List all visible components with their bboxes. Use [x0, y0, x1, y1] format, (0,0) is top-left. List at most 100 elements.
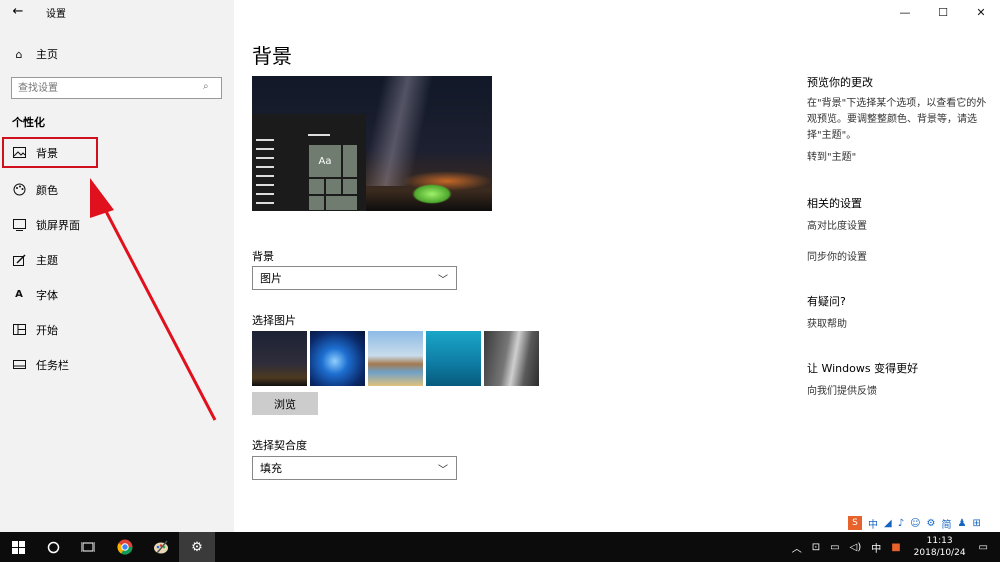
chevron-down-icon: ﹀ — [438, 275, 448, 286]
title-bar: ← 设置 — [0, 0, 234, 24]
high-contrast-link[interactable]: 高对比度设置 — [807, 217, 987, 232]
nav-list: 背景 颜色 锁屏界面 主题 A 字体 开始 任务栏 — [0, 137, 234, 382]
ime-logo[interactable]: S — [848, 516, 862, 530]
section-title: 个性化 — [12, 116, 45, 129]
minimize-button[interactable]: — — [886, 0, 924, 24]
start-icon — [12, 323, 26, 337]
picture-thumbnail-underwater[interactable] — [426, 331, 481, 386]
sidebar-item-taskbar[interactable]: 任务栏 — [0, 347, 234, 382]
font-icon: A — [15, 289, 23, 300]
preview-tile — [325, 178, 342, 195]
windows-logo-icon — [11, 540, 25, 554]
sync-settings-link[interactable]: 同步你的设置 — [807, 248, 987, 263]
sidebar-item-label: 颜色 — [36, 183, 58, 197]
preview-tile — [308, 195, 325, 211]
network-icon[interactable]: ⊡ — [812, 542, 820, 553]
picture-thumbnail-waterfall[interactable] — [484, 331, 539, 386]
right-column: 预览你的更改 在"背景"下选择某个选项，以查看它的外观预览。要调整整颜色、背景等… — [807, 74, 987, 397]
sidebar-item-background[interactable]: 背景 — [2, 137, 98, 168]
ime-grid-icon[interactable]: ⊞ — [972, 518, 980, 529]
taskbar: ⚙ ︿ ⊡ ▭ ◁) 中 ■ 11:13 2018/10/24 ▭ — [0, 532, 1000, 562]
search-input[interactable] — [18, 81, 198, 95]
home-label: 主页 — [36, 48, 58, 61]
chrome-taskbar-button[interactable] — [107, 532, 143, 562]
sidebar-item-lock-screen[interactable]: 锁屏界面 — [0, 207, 234, 242]
sidebar-item-label: 开始 — [36, 323, 58, 337]
system-tray: ︿ ⊡ ▭ ◁) 中 ■ 11:13 2018/10/24 ▭ — [787, 532, 1000, 562]
ime-skin-icon[interactable]: ♟ — [958, 518, 967, 529]
task-view-icon — [81, 542, 95, 552]
chevron-down-icon: ﹀ — [438, 465, 448, 476]
maximize-button[interactable]: ☐ — [924, 0, 962, 24]
cortana-circle-icon — [47, 541, 59, 553]
ime-mic-icon[interactable]: ♪ — [898, 518, 904, 529]
home-icon: ⌂ — [15, 47, 23, 61]
clock[interactable]: 11:13 2018/10/24 — [914, 535, 966, 559]
ime-language-indicator[interactable]: 中 — [871, 540, 881, 555]
sogou-tray-icon[interactable]: ■ — [891, 542, 900, 553]
theme-icon — [12, 253, 26, 267]
sidebar-item-start[interactable]: 开始 — [0, 312, 234, 347]
search-box[interactable]: ⌕ — [11, 77, 222, 99]
close-button[interactable]: ✕ — [962, 0, 1000, 24]
picture-thumbnail-night-sky[interactable] — [252, 331, 307, 386]
preview-header-line — [308, 134, 330, 136]
task-view-button[interactable] — [70, 532, 106, 562]
fit-select[interactable]: 填充 ﹀ — [252, 456, 457, 480]
volume-icon[interactable]: ◁) — [850, 542, 862, 553]
choose-picture-label: 选择图片 — [252, 314, 296, 327]
ime-toolbar: S 中 ◢ ♪ ☺ ⚙ 简 ♟ ⊞ — [848, 515, 987, 531]
search-icon[interactable]: ⌕ — [203, 81, 215, 95]
ime-settings-icon[interactable]: ⚙ — [927, 518, 936, 529]
lock-screen-icon — [12, 218, 26, 232]
preview-milky-way — [360, 76, 434, 186]
browse-button[interactable]: 浏览 — [252, 392, 318, 415]
background-type-value: 图片 — [260, 272, 282, 285]
app-title: 设置 — [46, 9, 66, 20]
preview-window-mock: Aa — [252, 114, 366, 211]
sidebar-item-fonts[interactable]: A 字体 — [0, 277, 234, 312]
back-arrow-icon[interactable]: ← — [10, 4, 26, 20]
background-preview: Aa — [252, 76, 492, 211]
chrome-icon — [117, 539, 133, 555]
ime-simplified-toggle[interactable]: 简 — [942, 516, 952, 531]
improve-windows-heading: 让 Windows 变得更好 — [807, 362, 919, 375]
sidebar-item-colors[interactable]: 颜色 — [0, 172, 234, 207]
sidebar-item-label: 字体 — [36, 288, 58, 302]
picture-thumbnail-beach-rock[interactable] — [368, 331, 423, 386]
fit-value: 填充 — [260, 462, 282, 475]
preview-tile — [342, 144, 358, 178]
ime-punct-toggle[interactable]: ◢ — [884, 518, 892, 529]
sidebar-item-label: 锁屏界面 — [36, 218, 80, 232]
cortana-button[interactable] — [35, 532, 71, 562]
paint-taskbar-button[interactable] — [143, 532, 179, 562]
picture-icon — [12, 146, 26, 160]
sidebar-item-themes[interactable]: 主题 — [0, 242, 234, 277]
action-center-icon[interactable]: ▭ — [979, 542, 988, 553]
preview-tile — [308, 178, 325, 195]
window-controls: — ☐ ✕ — [886, 0, 1000, 24]
clock-date: 2018/10/24 — [913, 548, 966, 558]
start-button[interactable] — [0, 532, 36, 562]
chevron-up-icon[interactable]: ︿ — [792, 540, 802, 555]
settings-taskbar-button[interactable]: ⚙ — [179, 532, 215, 562]
preview-tile — [342, 178, 358, 195]
ime-lang-toggle[interactable]: 中 — [868, 516, 878, 531]
ime-smile-icon[interactable]: ☺ — [910, 518, 920, 529]
preview-heading: 预览你的更改 — [807, 76, 873, 89]
background-type-select[interactable]: 图片 ﹀ — [252, 266, 457, 290]
related-settings-heading: 相关的设置 — [807, 197, 862, 210]
question-heading: 有疑问? — [807, 295, 846, 308]
preview-tile-sample: Aa — [308, 144, 342, 178]
goto-theme-link[interactable]: 转到"主题" — [807, 148, 987, 163]
get-help-link[interactable]: 获取帮助 — [807, 315, 987, 330]
battery-icon[interactable]: ▭ — [830, 542, 839, 553]
feedback-link[interactable]: 向我们提供反馈 — [807, 382, 987, 397]
home-link[interactable]: ⌂ 主页 — [12, 45, 59, 63]
page-title: 背景 — [252, 44, 292, 68]
picture-thumbnail-windows-light[interactable] — [310, 331, 365, 386]
sidebar-item-label: 主题 — [36, 253, 58, 267]
preview-tent — [412, 184, 452, 204]
picture-thumbnails — [252, 331, 542, 386]
palette-icon — [12, 183, 26, 197]
